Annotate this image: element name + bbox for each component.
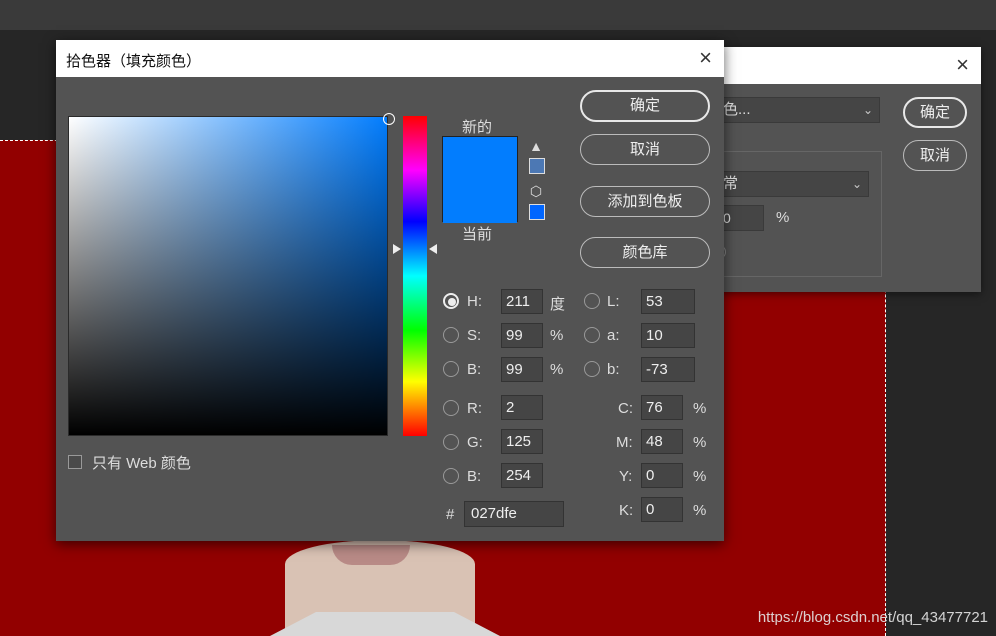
web-colors-only-checkbox[interactable]	[68, 455, 82, 469]
new-color-swatch	[443, 137, 517, 180]
hex-input[interactable]: 027dfe	[464, 501, 564, 527]
hue-label: H:	[467, 293, 482, 310]
chevron-down-icon: ⌄	[862, 103, 873, 117]
black-unit: %	[693, 502, 707, 519]
yellow-label: Y:	[619, 468, 633, 485]
yellow-input[interactable]: 0	[641, 463, 683, 488]
blend-mode-select[interactable]: 常 ⌄	[712, 171, 869, 197]
web-colors-only-label: 只有 Web 颜色	[92, 455, 191, 472]
hue-radio[interactable]	[443, 293, 459, 309]
brightness-radio[interactable]	[443, 361, 459, 377]
magenta-input[interactable]: 48	[641, 429, 683, 454]
lightness-label: L:	[607, 293, 620, 310]
green-input[interactable]: 125	[501, 429, 543, 454]
saturation-unit: %	[550, 327, 564, 344]
saturation-radio[interactable]	[443, 327, 459, 343]
blue-label: B:	[467, 468, 482, 485]
magenta-label: M:	[616, 434, 633, 451]
fill-content-select[interactable]: 色... ⌄	[712, 97, 880, 123]
portrait-lips	[332, 545, 410, 565]
lightness-input[interactable]: 53	[641, 289, 695, 314]
a-channel-label: a:	[607, 327, 620, 344]
b-channel-input[interactable]: -73	[641, 357, 695, 382]
cancel-button[interactable]: 取消	[580, 134, 710, 165]
hue-unit: 度	[550, 296, 566, 313]
close-icon[interactable]: ×	[699, 46, 712, 70]
red-radio[interactable]	[443, 400, 459, 416]
current-color-swatch[interactable]	[443, 180, 517, 223]
green-label: G:	[467, 434, 483, 451]
ok-button[interactable]: 确定	[580, 90, 710, 122]
green-radio[interactable]	[443, 434, 459, 450]
gamut-color-swatch[interactable]	[529, 158, 545, 174]
fill-cancel-button[interactable]: 取消	[903, 140, 967, 171]
cyan-unit: %	[693, 400, 707, 417]
a-channel-input[interactable]: 10	[641, 323, 695, 348]
black-input[interactable]: 0	[641, 497, 683, 522]
cyan-input[interactable]: 76	[641, 395, 683, 420]
out-of-gamut-warning-icon[interactable]: ▲	[528, 138, 544, 154]
app-top-bar	[0, 0, 996, 30]
color-compare-swatch	[442, 136, 518, 223]
brightness-input[interactable]: 99	[501, 357, 543, 382]
color-field[interactable]	[68, 113, 395, 436]
hex-hash-label: #	[446, 506, 455, 523]
current-color-label: 当前	[462, 226, 493, 243]
color-field-cursor[interactable]	[383, 113, 395, 125]
blue-radio[interactable]	[443, 468, 459, 484]
color-libraries-button[interactable]: 颜色库	[580, 237, 710, 268]
yellow-unit: %	[693, 468, 707, 485]
red-input[interactable]: 2	[501, 395, 543, 420]
web-safe-cube-icon[interactable]: ⬡	[528, 183, 544, 199]
opacity-unit: %	[776, 209, 790, 226]
new-color-label: 新的	[462, 119, 493, 136]
b-channel-radio[interactable]	[584, 361, 600, 377]
watermark-text: https://blog.csdn.net/qq_43477721	[757, 609, 988, 626]
color-picker-dialog: 拾色器（填充颜色） × 新的 当前 ▲ ⬡ 确定 取消 添加到色板 颜色库 H:…	[56, 40, 724, 541]
black-label: K:	[619, 502, 634, 519]
brightness-unit: %	[550, 361, 564, 378]
fill-dialog-titlebar: ×	[700, 47, 981, 84]
blend-mode-value: 常	[723, 175, 739, 192]
hue-input[interactable]: 211	[501, 289, 543, 314]
saturation-input[interactable]: 99	[501, 323, 543, 348]
web-safe-color-swatch[interactable]	[529, 204, 545, 220]
cyan-label: C:	[618, 400, 633, 417]
fill-dialog-close-icon[interactable]: ×	[956, 53, 969, 77]
brightness-label: B:	[467, 361, 482, 378]
blue-input[interactable]: 254	[501, 463, 543, 488]
magenta-unit: %	[693, 434, 707, 451]
hue-slider[interactable]	[403, 116, 427, 436]
color-picker-titlebar: 拾色器（填充颜色） ×	[56, 40, 724, 77]
add-to-swatches-button[interactable]: 添加到色板	[580, 186, 710, 217]
fill-dialog: × 色... ⌄ 常 ⌄ 0 % 确定 取消	[700, 47, 981, 292]
fill-content-value: 色...	[723, 101, 751, 118]
a-channel-radio[interactable]	[584, 327, 600, 343]
lightness-radio[interactable]	[584, 293, 600, 309]
dialog-title: 拾色器（填充颜色）	[66, 53, 202, 70]
red-label: R:	[467, 400, 482, 417]
fill-ok-button[interactable]: 确定	[903, 97, 967, 128]
hue-slider-handle-right[interactable]	[429, 244, 437, 254]
saturation-label: S:	[467, 327, 482, 344]
chevron-down-icon: ⌄	[851, 177, 862, 191]
b-channel-label: b:	[607, 361, 620, 378]
hue-slider-handle-left[interactable]	[393, 244, 401, 254]
